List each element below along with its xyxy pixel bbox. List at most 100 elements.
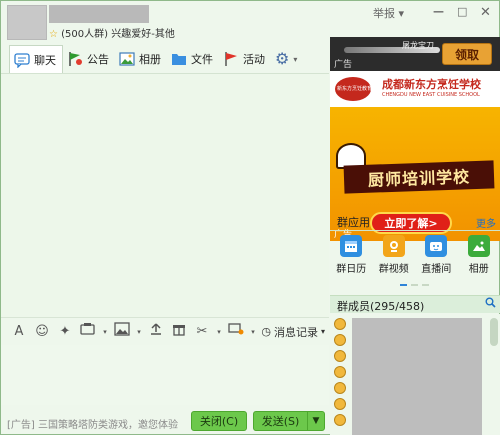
group-chat-window: ☆ (500人群) 兴趣爱好-其他 举报 ▾ — □ ✕ 聊天 公告 相册 文件… <box>0 0 500 435</box>
chevron-down-icon[interactable]: ▾ <box>215 323 223 341</box>
app-live-label: 直播间 <box>421 264 452 275</box>
tab-activity-label: 活动 <box>243 53 265 66</box>
chevron-down-icon[interactable]: ▾ <box>135 323 143 341</box>
members-count: 群成员(295/458) <box>337 300 425 313</box>
school-logo-text: 新东方烹饪教育 <box>337 86 373 92</box>
album-icon <box>119 51 135 67</box>
live-icon <box>425 235 448 257</box>
message-history-button[interactable]: ◷ 消息记录 ▾ <box>261 324 325 340</box>
tab-files[interactable]: 文件 <box>167 45 219 73</box>
school-name-en: CHENGDU NEW EAST CUISINE SCHOOL <box>382 92 480 98</box>
tab-album[interactable]: 相册 <box>115 45 167 73</box>
chevron-down-icon: ▾ <box>320 327 325 336</box>
message-input[interactable] <box>1 345 329 405</box>
flag-icon <box>223 51 239 67</box>
magic-icon[interactable]: ✦ <box>55 323 75 341</box>
group-apps-header: 群应用 更多 <box>330 213 500 231</box>
app-calendar-label: 群日历 <box>336 264 367 275</box>
tab-album-label: 相册 <box>139 53 161 66</box>
report-button[interactable]: 举报 ▾ <box>373 5 404 21</box>
calendar-icon <box>340 235 363 257</box>
school-header: 新东方烹饪教育 成都新东方烹饪学校 CHENGDU NEW EAST CUISI… <box>330 71 500 107</box>
chevron-down-icon[interactable]: ▾ <box>101 323 109 341</box>
bottom-ad-text[interactable]: [广告] 三国策略塔防类游戏，邀您体验 <box>7 416 178 431</box>
school-logo: 新东方烹饪教育 <box>335 77 373 101</box>
gift-icon[interactable] <box>169 322 189 342</box>
chevron-down-icon: ▾ <box>293 54 298 64</box>
right-panel: 屠龙宝刀 广告 领取 新东方烹饪教育 成都新东方烹饪学校 CHENGDU NEW… <box>330 37 500 435</box>
member-list-scrollbar[interactable] <box>490 318 498 346</box>
font-icon[interactable]: A <box>9 323 29 341</box>
close-window-button[interactable]: ✕ <box>480 5 491 20</box>
photo-icon <box>467 235 490 257</box>
maximize-button[interactable]: □ <box>457 5 467 18</box>
folder-icon <box>171 51 187 67</box>
video-icon <box>382 235 405 257</box>
app-photo[interactable]: 相册 <box>459 235 499 281</box>
announcement-icon <box>67 51 83 67</box>
tab-bar: 聊天 公告 相册 文件 活动 ⚙ ▾ <box>9 45 303 73</box>
send-button[interactable]: 发送(S) <box>253 411 307 431</box>
close-button[interactable]: 关闭(C) <box>191 411 247 431</box>
search-icon[interactable] <box>485 297 496 311</box>
tab-settings[interactable]: ⚙ ▾ <box>271 45 303 73</box>
chevron-down-icon[interactable]: ▾ <box>249 323 257 341</box>
member-avatar[interactable] <box>334 318 346 330</box>
app-video-label: 群视频 <box>378 264 409 275</box>
image-icon[interactable] <box>112 321 132 342</box>
chevron-down-icon: ▾ <box>398 7 405 20</box>
group-name-redacted[interactable] <box>49 5 149 23</box>
member-names-redacted[interactable] <box>352 318 482 435</box>
star-icon: ☆ <box>49 29 58 40</box>
tab-announcement-label: 公告 <box>87 53 109 66</box>
tab-chat[interactable]: 聊天 <box>9 45 63 73</box>
pager-dot[interactable] <box>400 284 407 286</box>
bottom-bar: [广告] 三国策略塔防类游戏，邀您体验 关闭(C) 发送(S) ▼ <box>1 405 329 435</box>
claim-button[interactable]: 领取 <box>442 43 492 65</box>
member-avatar[interactable] <box>334 414 346 426</box>
app-live[interactable]: 直播间 <box>416 235 456 281</box>
gear-icon: ⚙ <box>275 49 290 68</box>
tab-announcement[interactable]: 公告 <box>63 45 115 73</box>
top-ad-banner[interactable]: 屠龙宝刀 广告 领取 <box>330 37 500 71</box>
minimize-button[interactable]: — <box>433 5 444 18</box>
more-apps-link[interactable]: 更多 <box>476 215 496 230</box>
input-toolbar: A ☺ ✦ ▾ ▾ ✂ ▾ ▾ ◷ 消息记录 ▾ <box>1 317 329 345</box>
group-avatar[interactable] <box>7 5 47 40</box>
group-apps-title: 群应用 <box>337 216 370 229</box>
screen-share-icon[interactable] <box>226 322 246 342</box>
member-avatar[interactable] <box>334 382 346 394</box>
apps-pager[interactable] <box>400 284 429 286</box>
member-avatar[interactable] <box>334 398 346 410</box>
group-info: (500人群) 兴趣爱好-其他 <box>61 29 175 40</box>
tab-activity[interactable]: 活动 <box>219 45 271 73</box>
message-area[interactable] <box>1 73 329 317</box>
send-options-button[interactable]: ▼ <box>307 411 325 431</box>
upload-icon[interactable] <box>146 322 166 342</box>
members-header: 群成员(295/458) <box>330 295 500 313</box>
clock-icon: ◷ <box>261 325 271 338</box>
app-video[interactable]: 群视频 <box>374 235 414 281</box>
member-list <box>330 314 500 435</box>
member-avatar[interactable] <box>334 334 346 346</box>
pager-dot[interactable] <box>422 284 429 286</box>
message-history-label: 消息记录 <box>273 325 318 339</box>
member-avatar[interactable] <box>334 350 346 362</box>
tab-files-label: 文件 <box>191 53 213 66</box>
top-ad-brand: 屠龙宝刀 <box>402 41 434 50</box>
scissors-icon[interactable]: ✂ <box>192 323 212 341</box>
chat-icon <box>14 52 30 69</box>
member-avatar[interactable] <box>334 366 346 378</box>
app-calendar[interactable]: 群日历 <box>331 235 371 281</box>
emoji-icon[interactable]: ☺ <box>32 323 52 341</box>
report-label: 举报 <box>373 7 395 20</box>
school-name: 成都新东方烹饪学校 <box>382 78 481 91</box>
pager-dot[interactable] <box>411 284 418 286</box>
gif-icon[interactable] <box>78 322 98 342</box>
app-photo-label: 相册 <box>468 264 489 275</box>
tab-chat-label: 聊天 <box>34 53 56 67</box>
group-subtitle: ☆ (500人群) 兴趣爱好-其他 <box>49 25 175 40</box>
banner-title: 厨师培训学校 <box>343 160 495 194</box>
top-ad-label: 广告 <box>334 60 353 70</box>
group-apps: 群日历 群视频 直播间 相册 <box>330 235 500 281</box>
